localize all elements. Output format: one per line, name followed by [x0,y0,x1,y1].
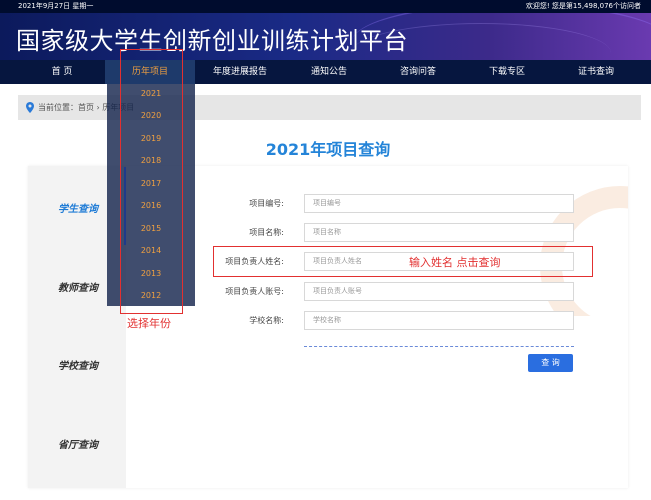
label-project-name: 项目名称: [249,228,284,237]
visitor-count: 欢迎您! 您是第15,498,076个访问者 [525,2,641,10]
top-info-bar: 2021年9月27日 星期一 欢迎您! 您是第15,498,076个访问者 [0,0,651,13]
name-field-highlight-box [213,246,593,277]
tab-teacher-query[interactable]: 教师查询 [58,279,98,294]
nav-item-certificate[interactable]: 证书查询 [556,60,636,84]
nav-item-home[interactable]: 首 页 [22,60,102,84]
site-title: 国家级大学生创新创业训练计划平台 [16,27,408,55]
label-school-name: 学校名称: [249,316,284,325]
project-name-input[interactable]: 项目名称 [304,223,574,242]
school-name-input[interactable]: 学校名称 [304,311,574,330]
query-button[interactable]: 查 询 [528,354,573,372]
nav-item-annual-report[interactable]: 年度进展报告 [200,60,280,84]
page-title: 2021年项目查询 [265,140,391,159]
project-number-input[interactable]: 项目编号 [304,194,574,213]
nav-item-faq[interactable]: 咨询问答 [378,60,458,84]
main-nav: 首 页 历年项目 年度进展报告 通知公告 咨询问答 下载专区 证书查询 [0,60,651,84]
annotation-select-year: 选择年份 [127,317,171,330]
form-divider [304,346,574,347]
label-leader-account: 项目负责人账号: [225,287,284,296]
year-highlight-box [120,49,183,314]
nav-item-notices[interactable]: 通知公告 [289,60,369,84]
tab-school-query[interactable]: 学校查询 [58,357,98,372]
tab-student-query[interactable]: 学生查询 [58,200,98,215]
tab-province-query[interactable]: 省厅查询 [58,436,98,451]
location-pin-icon [26,102,34,113]
leader-account-input[interactable]: 项目负责人账号 [304,282,574,301]
site-banner: 国家级大学生创新创业训练计划平台 [0,13,651,60]
current-date: 2021年9月27日 星期一 [18,2,94,10]
annotation-enter-name: 输入姓名 点击查询 [409,256,501,269]
nav-item-downloads[interactable]: 下载专区 [467,60,547,84]
label-project-number: 项目编号: [249,199,284,208]
